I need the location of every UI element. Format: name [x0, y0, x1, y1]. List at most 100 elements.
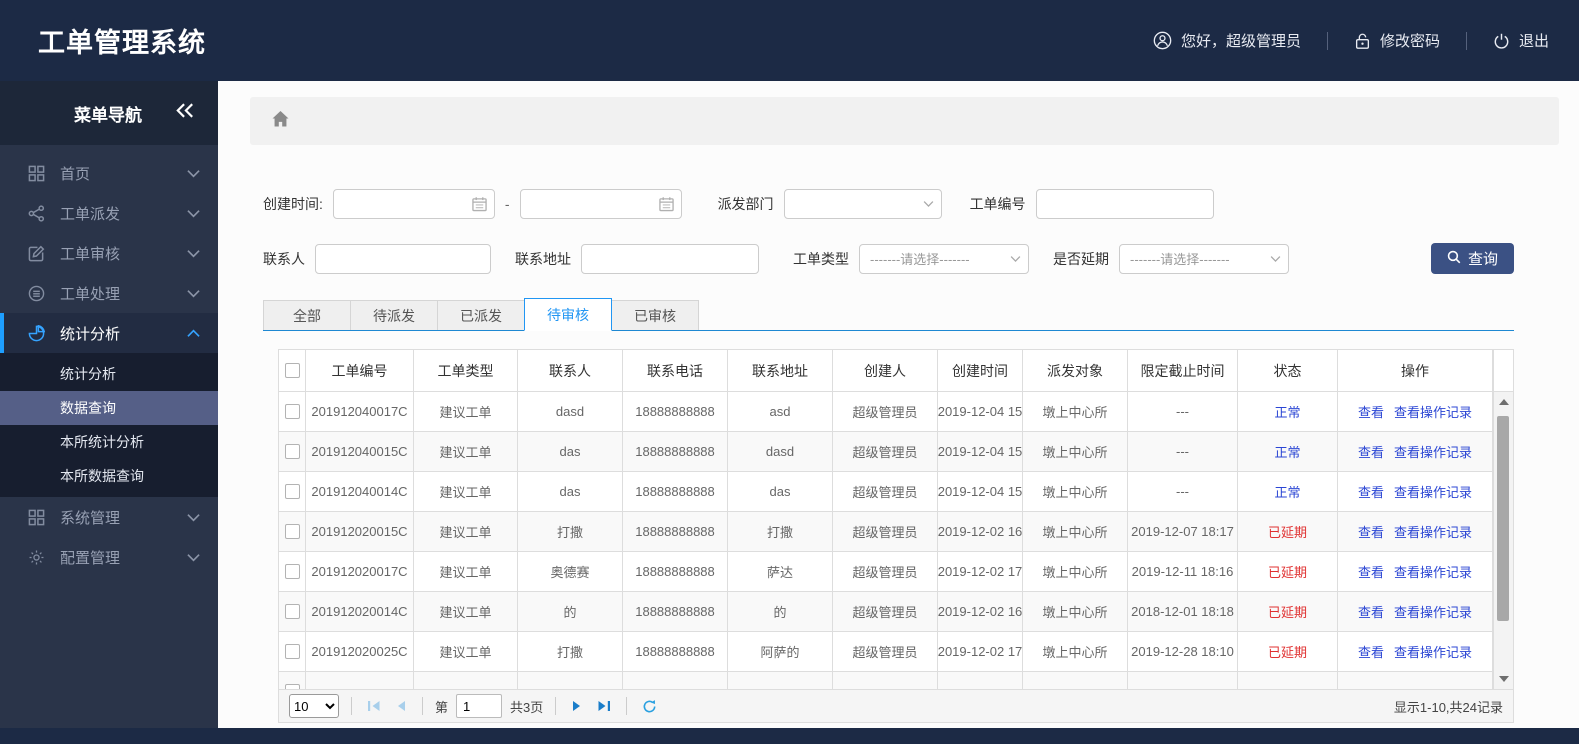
- statistics-submenu: 统计分析 数据查询 本所统计分析 本所数据查询: [0, 353, 218, 497]
- sidebar-item-home[interactable]: 首页: [0, 153, 218, 193]
- submenu-item-data-query[interactable]: 数据查询: [0, 391, 218, 425]
- view-link[interactable]: 查看: [1358, 642, 1384, 661]
- cell-contact: das: [518, 472, 623, 511]
- page-number-input[interactable]: [456, 694, 503, 718]
- create-time-start-field: [332, 189, 495, 219]
- tab-已派发[interactable]: 已派发: [437, 300, 525, 330]
- topbar-divider: [1465, 31, 1467, 50]
- view-link[interactable]: 查看: [1358, 602, 1384, 621]
- row-checkbox[interactable]: [284, 644, 300, 659]
- topbar-divider: [1326, 31, 1328, 50]
- cell-phone: 18888888888: [623, 632, 728, 671]
- logout-link[interactable]: 退出: [1493, 30, 1549, 51]
- prev-page-button[interactable]: [392, 700, 410, 712]
- view-link[interactable]: 查看: [1358, 482, 1384, 501]
- cell-phone: 18888888888: [623, 592, 728, 631]
- view-link[interactable]: 查看: [1358, 522, 1384, 541]
- contact-input[interactable]: [316, 244, 490, 273]
- cell-empty: [306, 672, 414, 689]
- cell-target: 墩上中心所: [1023, 552, 1128, 591]
- order-type-select[interactable]: -------请选择-------: [859, 243, 1029, 274]
- submenu-item-statistics[interactable]: 统计分析: [0, 357, 218, 391]
- refresh-button[interactable]: [639, 699, 660, 714]
- tab-待派发[interactable]: 待派发: [350, 300, 438, 330]
- table-row: 201912040017C 建议工单 dasd 18888888888 asd 超级管理员…: [279, 392, 1493, 432]
- view-history-link[interactable]: 查看操作记录: [1394, 442, 1472, 461]
- cell-actions: 查看 查看操作记录: [1338, 632, 1493, 671]
- submenu-item-office-statistics[interactable]: 本所统计分析: [0, 425, 218, 459]
- filter-row-2: 联系人 联系地址 工单类型 -------请选择------- 是否延期 ---…: [263, 243, 1514, 274]
- create-time-end-input[interactable]: [520, 190, 681, 218]
- delay-select[interactable]: -------请选择-------: [1119, 243, 1289, 274]
- scroll-down-icon[interactable]: [1498, 676, 1509, 682]
- cell-creator: 超级管理员: [833, 512, 938, 551]
- change-password-link[interactable]: 修改密码: [1354, 30, 1440, 51]
- scrollbar-thumb[interactable]: [1497, 416, 1509, 621]
- scroll-up-icon[interactable]: [1498, 399, 1509, 405]
- sidebar-item-config[interactable]: 配置管理: [0, 537, 218, 577]
- topbar: 工单管理系统 您好，超级管理员 修改密码 退出: [0, 0, 1579, 81]
- edit-icon: [26, 245, 46, 262]
- view-link[interactable]: 查看: [1358, 402, 1384, 421]
- view-history-link[interactable]: 查看操作记录: [1394, 482, 1472, 501]
- sidebar-item-system[interactable]: 系统管理: [0, 497, 218, 537]
- submenu-item-office-data-query[interactable]: 本所数据查询: [0, 459, 218, 493]
- chevron-down-icon: [923, 201, 934, 208]
- search-button[interactable]: 查询: [1430, 243, 1514, 274]
- tab-已审核[interactable]: 已审核: [611, 300, 699, 330]
- page-size-select[interactable]: 10: [289, 694, 339, 718]
- chevron-down-icon: [1010, 255, 1021, 262]
- tab-待审核[interactable]: 待审核: [524, 298, 612, 331]
- last-page-button[interactable]: [594, 700, 614, 712]
- table-scrollbar[interactable]: [1493, 392, 1513, 689]
- view-history-link[interactable]: 查看操作记录: [1394, 602, 1472, 621]
- sidebar-item-review[interactable]: 工单审核: [0, 233, 218, 273]
- cell-type: 建议工单: [414, 472, 518, 511]
- collapse-sidebar-icon[interactable]: [176, 103, 194, 123]
- order-no-input[interactable]: [1036, 190, 1213, 218]
- cell-type: 建议工单: [414, 392, 518, 431]
- sidebar-item-dispatch[interactable]: 工单派发: [0, 193, 218, 233]
- cell-creator: 超级管理员: [833, 552, 938, 591]
- view-link[interactable]: 查看: [1358, 562, 1384, 581]
- cell-empty: [1023, 672, 1128, 689]
- cell-deadline: ---: [1128, 472, 1238, 511]
- view-history-link[interactable]: 查看操作记录: [1394, 642, 1472, 661]
- row-checkbox[interactable]: [284, 604, 300, 619]
- cell-deadline: 2018-12-01 18:18: [1128, 592, 1238, 631]
- row-checkbox[interactable]: [284, 484, 300, 499]
- row-checkbox[interactable]: [284, 524, 300, 539]
- data-table: 工单编号 工单类型 联系人 联系电话 联系地址 创建人 创建时间 派发对象 限定截止时间 状态 操作…: [278, 349, 1514, 690]
- pager-divider: [555, 697, 557, 715]
- sidebar-item-statistics[interactable]: 统计分析: [0, 313, 218, 353]
- sidebar-item-process[interactable]: 工单处理: [0, 273, 218, 313]
- view-history-link[interactable]: 查看操作记录: [1394, 402, 1472, 421]
- chevron-down-icon: [187, 245, 200, 262]
- status-badge: 正常: [1238, 392, 1338, 431]
- row-checkbox[interactable]: [284, 684, 300, 689]
- select-all-checkbox[interactable]: [284, 363, 300, 378]
- cell-created: 2019-12-04 15: [938, 392, 1023, 431]
- row-checkbox[interactable]: [284, 444, 300, 459]
- first-page-button[interactable]: [364, 700, 384, 712]
- row-checkbox[interactable]: [284, 564, 300, 579]
- sidebar-item-label: 工单审核: [60, 245, 121, 263]
- column-header: 联系地址: [728, 350, 833, 391]
- next-page-button[interactable]: [568, 700, 586, 712]
- dispatch-dept-select[interactable]: [783, 189, 942, 219]
- row-checkbox[interactable]: [284, 404, 300, 419]
- share-icon: [26, 204, 46, 222]
- status-badge: 已延期: [1238, 632, 1338, 671]
- change-password-label: 修改密码: [1379, 33, 1440, 50]
- view-link[interactable]: 查看: [1358, 442, 1384, 461]
- address-input[interactable]: [582, 244, 758, 273]
- tab-全部[interactable]: 全部: [263, 300, 351, 330]
- column-header: 工单编号: [306, 350, 414, 391]
- create-time-start-input[interactable]: [333, 190, 494, 218]
- view-history-link[interactable]: 查看操作记录: [1394, 562, 1472, 581]
- home-icon[interactable]: [272, 110, 289, 132]
- order-type-placeholder: -------请选择-------: [870, 252, 970, 267]
- view-history-link[interactable]: 查看操作记录: [1394, 522, 1472, 541]
- column-header: 状态: [1238, 350, 1338, 391]
- user-greeting[interactable]: 您好，超级管理员: [1153, 30, 1301, 51]
